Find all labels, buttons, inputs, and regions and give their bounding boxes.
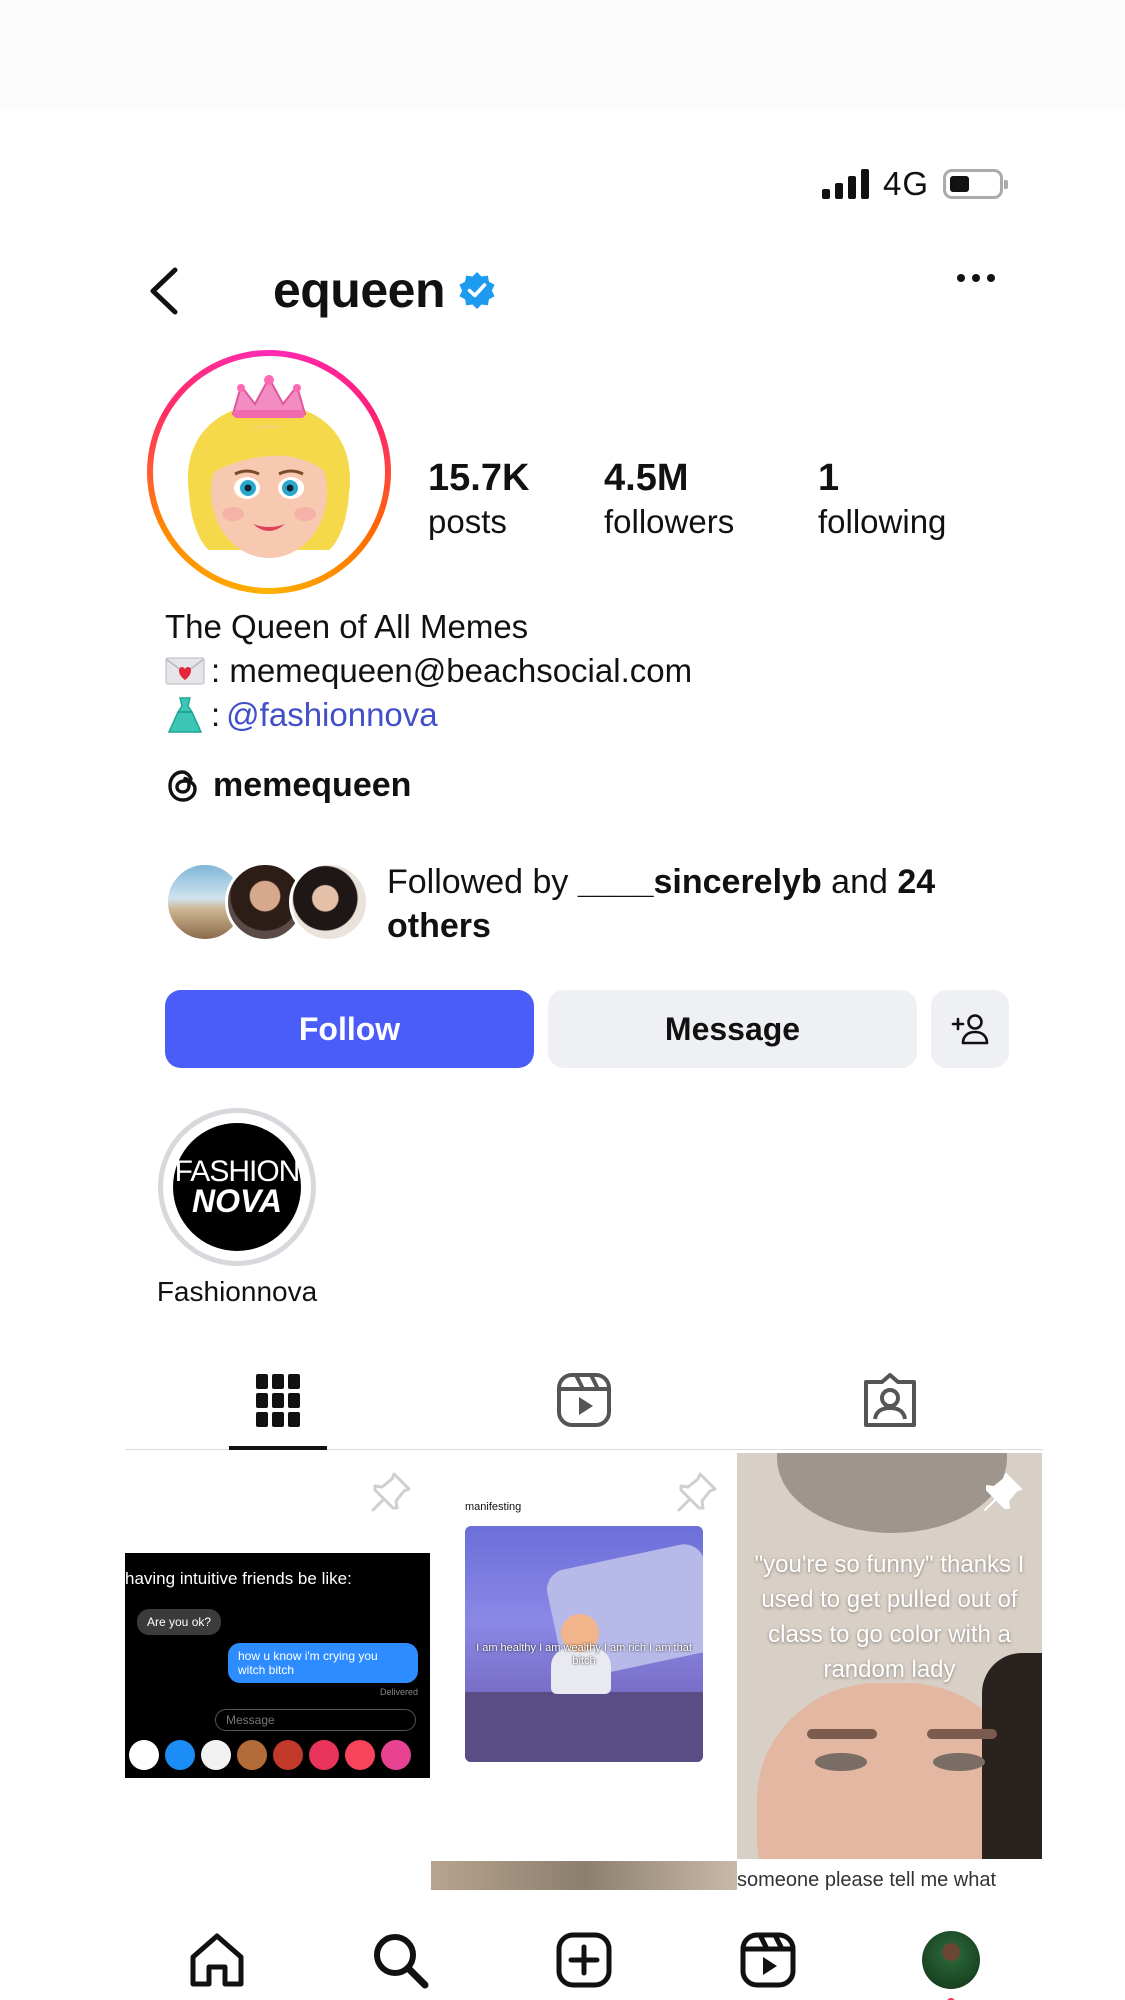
reels-icon [557, 1372, 611, 1427]
reels-icon [740, 1932, 796, 1988]
profile-bio: The Queen of All Memes : memequeen@beach… [165, 605, 692, 737]
nav-reels[interactable] [738, 1930, 798, 1990]
stat-label: following [818, 503, 947, 540]
story-highlight[interactable]: FASHION NOVA Fashionnova [147, 1108, 327, 1308]
profile-avatar[interactable] [147, 350, 391, 594]
pin-icon [677, 1472, 717, 1512]
bottom-nav [125, 1890, 1043, 2000]
post-tile[interactable]: having intuitive friends be like: Are yo… [125, 1453, 430, 1859]
battery-icon [943, 169, 1008, 199]
profile-avatar-icon [922, 1931, 981, 1989]
mutual-avatars [165, 862, 369, 942]
message-field: Message [215, 1709, 416, 1731]
post-tile[interactable]: "you're so funny" thanks I used to get p… [737, 1453, 1042, 1859]
fashionnova-logo: FASHION NOVA [173, 1123, 301, 1251]
threads-handle: memequeen [213, 766, 412, 804]
love-letter-icon [165, 657, 205, 685]
delivered-label: Delivered [379, 1687, 418, 1697]
bio-mention-link[interactable]: @fashionnova [226, 693, 437, 737]
follow-button[interactable]: Follow [165, 990, 534, 1068]
post-overlay-text: "you're so funny" thanks I used to get p… [754, 1551, 1025, 1683]
post-caption: having intuitive friends be like: [125, 1569, 352, 1588]
post-tile[interactable]: manifesting I am healthy I am wealthy I … [431, 1453, 736, 1859]
stat-label: posts [428, 503, 507, 540]
top-background [0, 0, 1125, 110]
post-tag: manifesting [465, 1501, 522, 1513]
search-icon [374, 1934, 429, 1989]
suggested-users-button[interactable] [931, 990, 1009, 1068]
home-icon [190, 1933, 244, 1987]
logo-line: NOVA [191, 1183, 283, 1219]
stat-value: 15.7K [428, 457, 530, 499]
followed-prefix: Followed by [387, 863, 578, 901]
bio-line: The Queen of All Memes [165, 608, 529, 645]
stat-value: 4.5M [604, 457, 689, 499]
tab-posts[interactable] [125, 1350, 431, 1450]
profile-handle: memequeen [275, 262, 445, 318]
bio-email-row: : memequeen@beachsocial.com [165, 649, 692, 693]
profile-actions: Follow Message [165, 990, 1009, 1068]
logo-line: FASHION [174, 1155, 301, 1188]
create-post-icon [556, 1932, 612, 1988]
cartoon-queen-avatar [161, 364, 377, 580]
grid-icon [256, 1373, 300, 1427]
followed-user: ____sincerelyb [577, 863, 822, 901]
message-bubble-incoming: Are you ok? [137, 1609, 222, 1635]
stat-posts[interactable]: 15.7K posts [428, 456, 604, 544]
tagged-icon [864, 1372, 916, 1427]
threads-badge[interactable]: memequeen [165, 766, 411, 805]
followed-by-text: Followed by ____sincerelyb and 24 others [387, 860, 977, 948]
highlight-cover: FASHION NOVA [158, 1108, 316, 1266]
nav-create[interactable] [554, 1930, 614, 1990]
mutual-avatar [289, 862, 369, 942]
tab-reels[interactable] [431, 1350, 737, 1449]
bio-link-row: : @fashionnova [165, 693, 692, 737]
bio-link-prefix: : [211, 696, 221, 733]
post-overlay-text: someone please tell me what [737, 1869, 997, 1891]
post-screenshot: having intuitive friends be like: Are yo… [125, 1553, 430, 1778]
stat-value: 1 [818, 457, 840, 499]
pin-icon [371, 1472, 411, 1512]
threads-icon [168, 769, 197, 802]
app-strip [125, 1740, 430, 1774]
content-tabs [125, 1350, 1043, 1450]
stat-followers[interactable]: 4.5M followers [604, 456, 818, 544]
profile-screen: 4G memequeen [125, 110, 1043, 2000]
message-button[interactable]: Message [548, 990, 917, 1068]
verified-badge-icon [459, 272, 495, 309]
nav-search[interactable] [370, 1930, 430, 1990]
nav-home[interactable] [187, 1930, 247, 1990]
pin-icon [984, 1473, 1022, 1511]
dress-icon [167, 697, 203, 733]
more-options-icon[interactable] [957, 274, 995, 282]
stat-following[interactable]: 1 following [818, 456, 946, 544]
tab-tagged[interactable] [737, 1350, 1043, 1449]
status-bar: 4G [821, 162, 1008, 206]
handle-title: memequeen [275, 258, 497, 322]
post-illustration: I am healthy I am wealthy I am rich I am… [465, 1526, 703, 1762]
network-label: 4G [882, 165, 929, 202]
add-person-icon [951, 1014, 989, 1045]
signal-icon [821, 169, 869, 199]
back-arrow-icon[interactable] [145, 266, 185, 316]
followed-middle: and [821, 863, 898, 901]
profile-header: memequeen [125, 250, 1043, 330]
bio-email: : memequeen@beachsocial.com [211, 652, 693, 689]
message-bubble-outgoing: how u know i'm crying you witch bitch [228, 1643, 418, 1683]
profile-stats: 15.7K posts 4.5M followers 1 following [428, 456, 946, 544]
followed-by[interactable]: Followed by ____sincerelyb and 24 others [165, 862, 977, 948]
stat-label: followers [604, 503, 735, 540]
highlight-label: Fashionnova [156, 1276, 318, 1307]
nav-profile[interactable] [921, 1930, 981, 2000]
post-overlay-text: I am healthy I am wealthy I am rich I am… [476, 1642, 692, 1667]
